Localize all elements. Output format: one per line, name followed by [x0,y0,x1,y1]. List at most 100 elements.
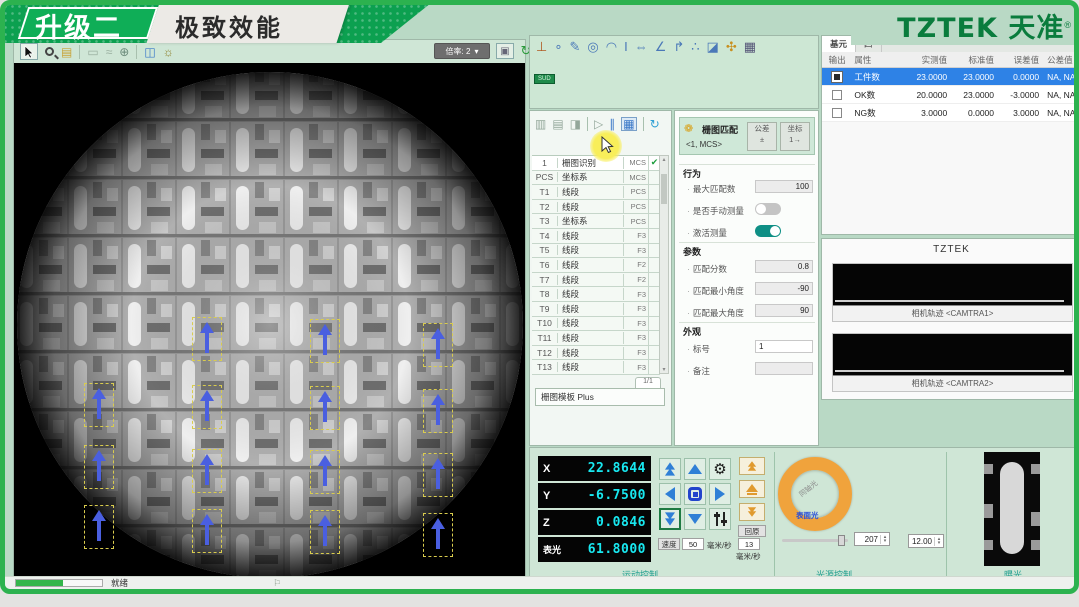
dro-surface-light: 表光61.8000 [538,537,651,562]
scrollbar-down-arrow[interactable]: ▾ [660,366,668,373]
speed-button[interactable]: 速度 [658,538,680,550]
list-item[interactable]: PCS坐标系MCS [532,171,660,186]
joystick-button[interactable] [709,508,731,530]
min-angle-label: 匹配最小角度 [687,285,744,297]
width-tool-icon[interactable]: ⇔ [635,40,648,53]
table-row[interactable]: NG数 3.0000 0.0000 3.0000 NA, NA [822,104,1079,122]
output-checkbox[interactable] [832,108,842,118]
rect-select-icon[interactable]: ▭ [87,46,98,58]
home-button[interactable]: 回原 [738,525,766,537]
curve-tool-icon[interactable]: ↱ [673,40,684,53]
tolerance-button[interactable]: 公差± [747,122,777,151]
magnification-select[interactable]: 倍率: 2 ▾ [434,43,490,59]
output-checkbox[interactable] [832,72,842,82]
match-marker [310,510,340,554]
tool-name-box[interactable]: 栅图模板 Plus [535,388,665,406]
scrollbar-thumb[interactable] [661,174,667,204]
import-button[interactable]: ▥ [535,118,546,130]
polyline-tool-icon[interactable]: ≈ [106,46,113,58]
list-item[interactable]: T11线段F3 [532,331,660,346]
save-button[interactable]: ◨ [570,118,581,130]
table-row[interactable]: 工件数 23.0000 23.0000 0.0000 NA, NA [822,68,1079,86]
coordinate-tool-icon[interactable]: ⊥ [536,40,547,53]
jog-up-fast-button[interactable] [659,458,681,480]
light-intensity-slider[interactable] [782,539,848,542]
report-button[interactable]: ▦ [621,117,636,131]
note-input[interactable] [755,362,813,375]
wafer-image-canvas[interactable] [14,63,525,584]
z-up-fast-button[interactable] [739,457,765,475]
list-item[interactable]: T7线段F2 [532,273,660,288]
erase-tool-icon[interactable]: ◪ [707,40,719,53]
match-marker [192,317,222,361]
max-angle-input[interactable] [755,304,813,317]
jog-down-button[interactable] [684,508,706,530]
list-item[interactable]: T5线段F3 [532,244,660,259]
exposure-spinner[interactable]: 12.00▴▾ [908,534,944,548]
list-item[interactable]: T6线段F2 [532,258,660,273]
list-item[interactable]: T3坐标系PCS [532,214,660,229]
table-row[interactable]: OK数 20.0000 23.0000 -3.0000 NA, NA [822,86,1079,104]
line-tool-icon[interactable]: ✎ [569,40,580,53]
crosshair-tool-icon[interactable]: ⊕ [119,46,129,58]
distance-tool-icon[interactable]: I [624,40,628,53]
output-checkbox[interactable] [832,90,842,100]
jog-right-button[interactable] [709,483,731,505]
active-measure-toggle[interactable] [755,225,781,237]
scatter-tool-icon[interactable]: ∴ [691,40,699,53]
light-value-spinner[interactable]: 207▴▾ [854,532,890,546]
slider-handle[interactable] [838,535,845,546]
coordinate-button[interactable]: 坐标1→ [780,122,810,151]
footer-tab[interactable]: 1/1 [635,377,661,388]
splitter-tool-icon[interactable]: ◫ [144,46,155,58]
jog-up-button[interactable] [684,458,706,480]
manual-measure-toggle[interactable] [755,203,781,215]
tool-bug-icon: ❁ [684,122,693,135]
app-window: ▤ ▭ ≈ ⊕ ◫ ☼ 倍率: 2 ▾ ▣ ↻ [0,0,1079,594]
run-button[interactable]: ▷ [594,118,603,130]
match-score-input[interactable] [755,260,813,273]
z-safe-height-button[interactable] [739,480,765,498]
template-button[interactable]: ▤ [552,118,563,130]
arc-tool-icon[interactable]: ◠ [606,40,617,53]
index-input[interactable] [755,340,813,353]
light-bulb-icon[interactable]: ☼ [163,46,174,58]
spinner-arrows-icon[interactable]: ▴▾ [880,535,889,544]
element-list[interactable]: 1栅图识别MCS✔ PCS坐标系MCS T1线段PCS T2线段PCS T3坐标… [532,155,660,374]
max-match-input[interactable] [755,180,813,193]
circle-tool-icon[interactable]: ◎ [587,40,598,53]
list-scrollbar[interactable]: ▴▾ [659,155,669,374]
min-angle-input[interactable] [755,282,813,295]
list-item[interactable]: T13线段F3 [532,360,660,375]
list-item[interactable]: T12线段F3 [532,346,660,361]
snapshot-button[interactable]: ▣ [496,43,514,59]
calculator-tool-icon[interactable]: ▦ [744,40,756,53]
cursor-tool-button[interactable] [20,43,38,60]
image-tool-icon[interactable]: ▤ [61,46,72,58]
pause-button[interactable]: ∥ [609,118,615,130]
list-item[interactable]: T10线段F3 [532,317,660,332]
list-item[interactable]: T8线段F3 [532,287,660,302]
up-arrow-icon [688,464,702,474]
refresh-list-button[interactable]: ↻ [650,118,660,130]
jog-stop-button[interactable] [684,483,706,505]
list-item[interactable]: T2线段PCS [532,200,660,215]
home-unit: 毫米/秒 [736,551,761,562]
list-item[interactable]: T1线段PCS [532,185,660,200]
home-input[interactable] [738,538,760,550]
list-item[interactable]: T9线段F3 [532,302,660,317]
spinner-arrows-icon[interactable]: ▴▾ [934,537,943,546]
up-arrow-icon [746,484,758,492]
jog-down-fast-button[interactable] [659,508,681,530]
zoom-tool-icon[interactable] [45,47,54,56]
jog-settings-button[interactable]: ⚙ [709,458,731,480]
match-marker [423,323,453,367]
point-tool-icon[interactable]: ∘ [554,40,562,53]
speed-input[interactable] [682,538,704,550]
z-down-fast-button[interactable] [739,503,765,521]
angle-tool-icon[interactable]: ∠ [655,40,667,53]
jog-left-button[interactable] [659,483,681,505]
match-marker [84,383,114,427]
hands-tool-icon[interactable]: ✣ [726,40,737,53]
list-item[interactable]: T4线段F3 [532,229,660,244]
